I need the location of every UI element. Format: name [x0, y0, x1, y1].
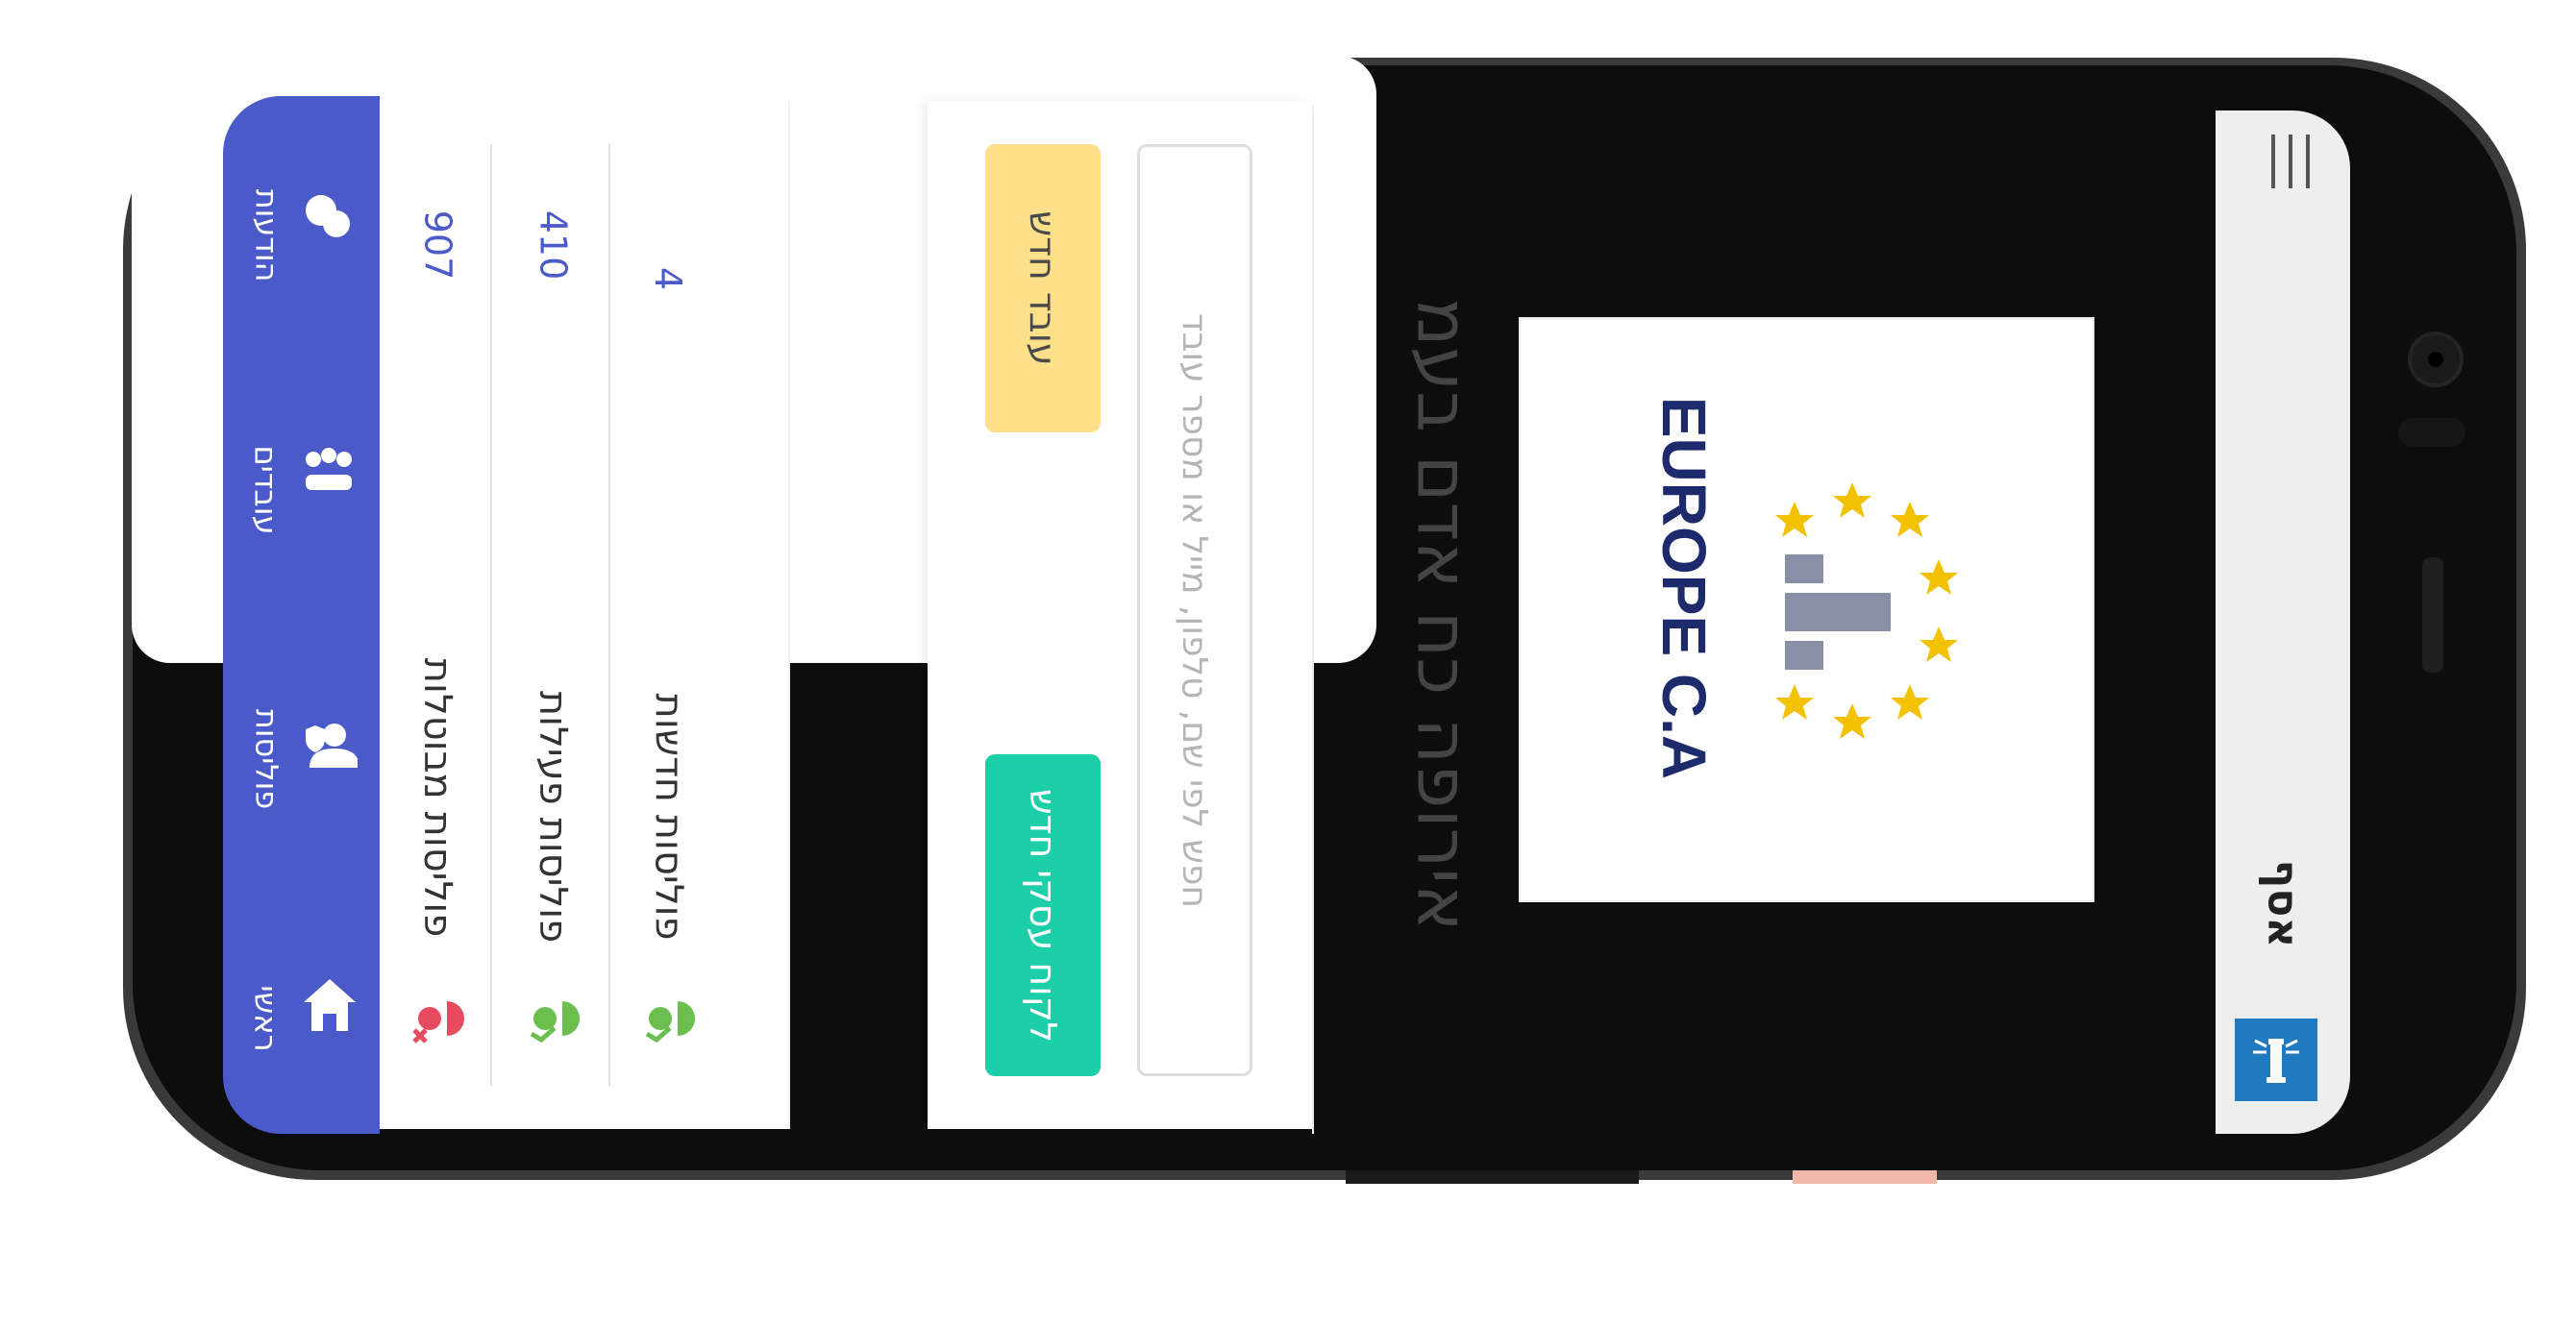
nav-label: ראשי: [248, 985, 285, 1052]
app-name: אסף: [2258, 859, 2308, 947]
stat-value: 410: [532, 209, 574, 281]
nav-item-home[interactable]: ראשי: [223, 922, 380, 1115]
user-check-icon: [645, 1001, 695, 1044]
user-check-icon: [530, 1001, 580, 1044]
brand-text: EUROPE C.A: [1649, 396, 1719, 780]
nav-item-policies[interactable]: פוליסות: [223, 663, 380, 855]
stat-cancelled-policies[interactable]: 907 פוליסות מבוטלות: [384, 144, 490, 1086]
logo-emblem: [1775, 482, 1958, 739]
stats-divider: [788, 101, 790, 1129]
lighthouse-icon[interactable]: [2235, 1019, 2317, 1101]
nav-label: הודעות: [248, 188, 285, 282]
add-employee-button[interactable]: עובד חדש: [985, 144, 1101, 432]
divider: [1312, 106, 1314, 1134]
chat-icon: [306, 195, 350, 237]
user-shield-icon: [306, 724, 358, 768]
nav-label: עובדים: [248, 445, 285, 535]
stat-divider-1: [608, 144, 610, 1086]
add-client-button[interactable]: לקוח עסקי חדש: [985, 754, 1101, 1076]
nav-label: פוליסות: [248, 708, 285, 810]
people-icon: [306, 448, 352, 490]
stat-divider-2: [490, 144, 492, 1086]
stat-value: 907: [416, 209, 458, 281]
top-bar: [2216, 110, 2350, 1134]
stat-new-policies[interactable]: 4 פוליסות חדשות: [615, 144, 721, 1086]
stat-value: 4: [647, 266, 689, 291]
stat-active-policies[interactable]: 410 פוליסות פעילות: [500, 144, 606, 1086]
stat-label: פוליסות פעילות: [531, 690, 575, 944]
home-icon: [304, 979, 356, 1031]
page-title: אירופה כח אדם בעמ: [1400, 298, 1484, 932]
nav-item-messages[interactable]: הודעות: [223, 144, 380, 336]
menu-icon[interactable]: [2271, 135, 2314, 188]
nav-item-employees[interactable]: עובדים: [223, 394, 380, 586]
logo-box: EUROPE C.A: [1519, 317, 2094, 902]
search-input[interactable]: חפש לפי שם, טלפון, מייל או מספר עובד: [1137, 144, 1252, 1076]
user-cancel-icon: [412, 1001, 464, 1044]
stat-label: פוליסות חדשות: [646, 693, 691, 941]
stat-label: פוליסות מבוטלות: [415, 657, 459, 938]
